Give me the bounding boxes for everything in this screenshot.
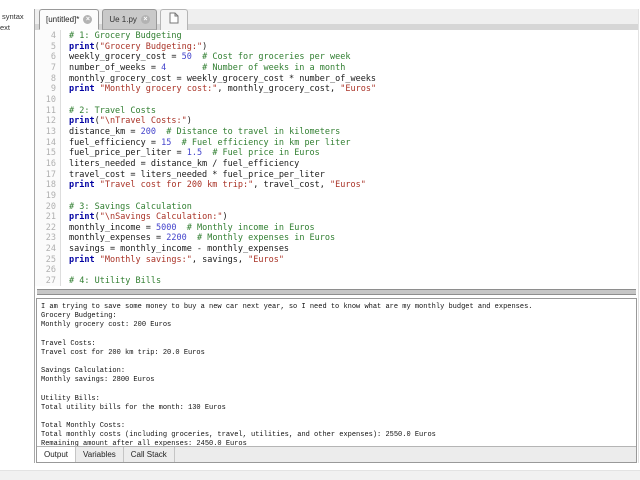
- code-line: print "Monthly grocery cost:", monthly_g…: [69, 84, 377, 95]
- line-number: 7: [50, 62, 56, 73]
- code-line: savings = monthly_income - monthly_expen…: [69, 244, 290, 255]
- output-line: Total utility bills for the month: 130 E…: [41, 403, 226, 412]
- output-line: Monthly grocery cost: 200 Euros: [41, 321, 172, 330]
- tab-untitled-label: [untitled]*: [46, 15, 80, 24]
- line-number: 19: [45, 190, 56, 201]
- new-file-button[interactable]: [159, 9, 188, 30]
- tab-untitled[interactable]: [untitled]* ×: [39, 9, 100, 30]
- output-line: Monthly savings: 2800 Euros: [41, 376, 155, 385]
- code-line: liters_needed = distance_km / fuel_effic…: [69, 158, 300, 169]
- line-number: 20: [45, 201, 56, 212]
- ide-panel: [untitled]* × Ue 1.py × 4 5 6 7 8 9 10 11 12 13 14…: [34, 9, 639, 463]
- output-line: Total monthly costs (including groceries…: [41, 431, 436, 440]
- page-bottom-strip: [0, 470, 640, 480]
- code-line: print("\nTravel Costs:"): [69, 116, 192, 127]
- code-line: weekly_grocery_cost = 50 # Cost for groc…: [69, 52, 351, 63]
- output-line: Savings Calculation:: [41, 367, 126, 376]
- code-line: monthly_grocery_cost = weekly_grocery_co…: [69, 73, 377, 84]
- tab-ue1py-label: Ue 1.py: [109, 15, 137, 24]
- line-number: 24: [45, 244, 56, 255]
- output-panel: I am trying to save some money to buy a …: [36, 298, 637, 463]
- code-line: number_of_weeks = 4 # Number of weeks in…: [69, 62, 346, 73]
- line-number: 13: [45, 126, 56, 137]
- console-output[interactable]: I am trying to save some money to buy a …: [37, 299, 636, 446]
- close-icon[interactable]: ×: [140, 15, 150, 24]
- cutoff-text-ext: ext: [0, 23, 11, 32]
- code-line: print("\nSavings Calculation:"): [69, 212, 228, 223]
- code-line: fuel_price_per_liter = 1.5 # Fuel price …: [69, 148, 320, 159]
- output-line: Travel cost for 200 km trip: 20.0 Euros: [41, 348, 205, 357]
- line-number: 11: [45, 105, 56, 116]
- close-icon[interactable]: ×: [83, 15, 93, 24]
- tab-output[interactable]: Output: [37, 447, 77, 462]
- code-line: # 3: Savings Calculation: [69, 201, 192, 212]
- line-number: 8: [50, 73, 56, 84]
- splitter-handle[interactable]: [37, 289, 636, 295]
- code-text[interactable]: # 1: Grocery Budgeting print("Grocery Bud…: [61, 30, 638, 286]
- line-number-gutter: 4 5 6 7 8 9 10 11 12 13 14 15 16 17 18 19 20 21 22 23 24 25 26…: [35, 30, 61, 286]
- line-number: 17: [45, 169, 56, 180]
- code-line: print "Travel cost for 200 km trip:", tr…: [69, 180, 366, 191]
- code-line: # 2: Travel Costs: [69, 105, 156, 116]
- code-editor[interactable]: 4 5 6 7 8 9 10 11 12 13 14 15 16 17 18 19 20 21 22 23 24 25 26…: [35, 30, 638, 286]
- output-line: Travel Costs:: [41, 339, 96, 348]
- line-number: 10: [45, 94, 56, 105]
- line-number: 4: [50, 31, 56, 41]
- line-number: 22: [45, 222, 56, 233]
- code-line: # 4: Utility Bills: [69, 276, 162, 286]
- code-line: travel_cost = liters_needed * fuel_price…: [69, 169, 325, 180]
- line-number: 25: [45, 254, 56, 265]
- output-tab-bar: Output Variables Call Stack: [37, 446, 636, 462]
- code-line: monthly_income = 5000 # Monthly income i…: [69, 222, 315, 233]
- code-line: # 1: Grocery Budgeting: [69, 31, 182, 41]
- line-number: 5: [50, 41, 56, 52]
- line-number: 21: [45, 212, 56, 223]
- line-number: 15: [45, 148, 56, 159]
- line-number: 26: [45, 265, 56, 276]
- code-line: print "Monthly savings:", savings, "Euro…: [69, 254, 284, 265]
- tab-call-stack[interactable]: Call Stack: [124, 447, 175, 462]
- code-line: fuel_efficiency = 15 # Fuel efficiency i…: [69, 137, 351, 148]
- line-number: 6: [50, 52, 56, 63]
- output-line: I am trying to save some money to buy a …: [41, 303, 533, 311]
- output-line: Grocery Budgeting:: [41, 312, 117, 321]
- code-line: monthly_expenses = 2200 # Monthly expens…: [69, 233, 336, 244]
- cutoff-text-syntax: syntax: [2, 12, 24, 21]
- tab-variables[interactable]: Variables: [76, 447, 124, 462]
- new-file-icon: [169, 11, 179, 29]
- line-number: 27: [45, 276, 56, 286]
- line-number: 16: [45, 158, 56, 169]
- tab-ue1py[interactable]: Ue 1.py ×: [102, 9, 157, 30]
- output-line: Utility Bills:: [41, 394, 100, 403]
- line-number: 9: [50, 84, 56, 95]
- editor-tab-strip: [untitled]* × Ue 1.py ×: [35, 9, 638, 30]
- line-number: 12: [45, 116, 56, 127]
- line-number: 14: [45, 137, 56, 148]
- output-line: Total Monthly Costs:: [41, 422, 126, 431]
- line-number: 18: [45, 180, 56, 191]
- line-number: 23: [45, 233, 56, 244]
- code-line: print("Grocery Budgeting:"): [69, 41, 208, 52]
- code-line: distance_km = 200 # Distance to travel i…: [69, 126, 341, 137]
